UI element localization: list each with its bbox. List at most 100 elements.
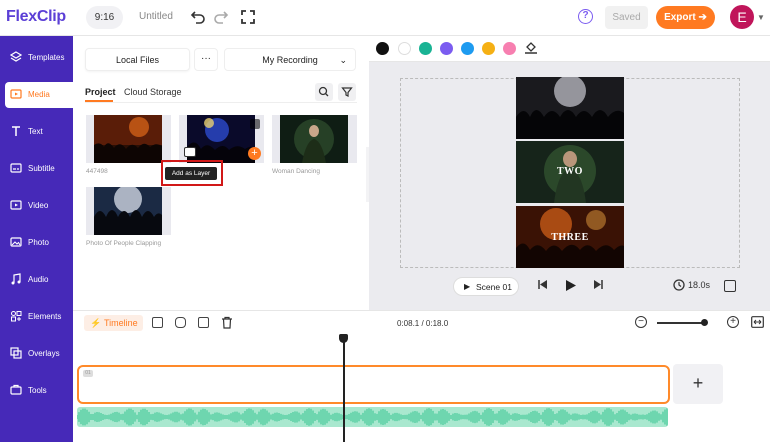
color-swatch-yellow[interactable]	[482, 42, 495, 55]
sidebar-item-audio[interactable]: Audio	[5, 267, 73, 293]
avatar[interactable]: E	[730, 5, 754, 29]
audio-waveform	[77, 408, 668, 426]
sidebar-item-label: Templates	[28, 53, 65, 62]
undo-icon[interactable]	[190, 9, 206, 25]
scene-duration[interactable]: 18.0s	[688, 280, 710, 290]
app-logo[interactable]: FlexClip	[6, 8, 66, 26]
play-button[interactable]	[565, 279, 577, 292]
scene-selector-button[interactable]: ▶ Scene 01	[453, 277, 519, 296]
sidebar-item-label: Audio	[28, 275, 49, 284]
timeline-toggle-button[interactable]: ⚡ Timeline	[84, 315, 143, 331]
clock-icon[interactable]	[673, 279, 685, 291]
skip-back-icon[interactable]	[537, 279, 548, 290]
split-icon[interactable]	[175, 317, 186, 328]
tab-cloud-storage[interactable]: Cloud Storage	[124, 87, 182, 97]
sidebar-item-label: Text	[28, 127, 43, 136]
flexclip-editor: FlexClip 9:16 Untitled ? Saved Export ➔ …	[0, 0, 770, 442]
scene-frame-1[interactable]	[516, 77, 624, 139]
tab-divider	[85, 102, 357, 103]
scene-frame-2-text: TWO	[557, 166, 583, 177]
sidebar-item-overlays[interactable]: Overlays	[5, 341, 73, 367]
audio-icon	[11, 273, 21, 285]
media-item[interactable]	[86, 187, 171, 235]
media-item[interactable]	[272, 115, 357, 163]
photo-icon	[10, 237, 22, 247]
saved-button[interactable]: Saved	[605, 6, 648, 29]
my-recording-dropdown[interactable]: My Recording ⌄	[224, 48, 356, 71]
scene-frame-3-text: THREE	[551, 232, 589, 243]
layers-icon	[10, 51, 22, 62]
zoom-in-icon[interactable]: +	[727, 316, 739, 328]
sidebar-item-label: Media	[28, 90, 50, 99]
sidebar-item-templates[interactable]: Templates	[5, 45, 73, 71]
tab-project[interactable]: Project	[85, 87, 116, 97]
export-button[interactable]: Export ➔	[656, 6, 715, 29]
skip-forward-icon[interactable]	[593, 279, 604, 290]
sidebar: Templates Media Text Subtitle Video Phot…	[0, 36, 73, 442]
scene-track[interactable]	[77, 365, 670, 404]
sidebar-item-label: Video	[28, 201, 49, 210]
scene-clip-thumbnail[interactable]: 01	[83, 370, 93, 377]
search-icon	[318, 86, 329, 97]
media-item[interactable]	[86, 115, 171, 163]
sidebar-item-label: Photo	[28, 238, 49, 247]
timeline-icon: ⚡	[90, 318, 102, 328]
scene-label: Scene 01	[476, 282, 512, 292]
sidebar-item-video[interactable]: Video	[5, 193, 73, 219]
trash-icon[interactable]	[221, 316, 233, 329]
sidebar-item-tools[interactable]: Tools	[5, 378, 73, 404]
color-swatch-black[interactable]	[376, 42, 389, 55]
fit-timeline-icon[interactable]	[751, 316, 764, 328]
color-swatch-blue[interactable]	[461, 42, 474, 55]
media-item-caption: Photo Of People Clapping	[86, 240, 162, 247]
color-swatch-purple[interactable]	[440, 42, 453, 55]
text-icon	[12, 126, 20, 136]
more-options-button[interactable]: ···	[194, 48, 218, 71]
sidebar-item-media[interactable]: Media	[5, 82, 73, 108]
color-swatch-white[interactable]	[398, 42, 411, 55]
fullscreen-icon[interactable]	[240, 9, 256, 25]
search-button[interactable]	[315, 83, 333, 101]
delete-icon[interactable]	[250, 119, 260, 129]
filter-icon	[341, 87, 353, 97]
media-item-caption: Woman Dancing	[272, 168, 320, 175]
local-files-button[interactable]: Local Files	[85, 48, 190, 71]
zoom-out-icon[interactable]: −	[635, 316, 647, 328]
media-icon	[10, 89, 22, 99]
color-swatch-pink[interactable]	[503, 42, 516, 55]
video-icon	[10, 200, 22, 210]
sidebar-item-label: Overlays	[28, 349, 60, 358]
color-swatch-green[interactable]	[419, 42, 432, 55]
filter-button[interactable]	[338, 83, 356, 101]
chevron-down-icon[interactable]: ▼	[757, 13, 765, 22]
sidebar-item-label: Tools	[28, 386, 47, 395]
redo-icon[interactable]	[213, 9, 229, 25]
playhead[interactable]	[343, 336, 345, 442]
timeline-ruler[interactable]	[73, 336, 770, 358]
sidebar-item-elements[interactable]: Elements	[5, 304, 73, 330]
add-as-layer-tooltip: Add as Layer	[165, 167, 217, 180]
sidebar-item-text[interactable]: Text	[5, 119, 73, 145]
paint-bucket-icon[interactable]	[524, 41, 538, 55]
sidebar-item-subtitle[interactable]: Subtitle	[5, 156, 73, 182]
duplicate-icon[interactable]	[198, 317, 209, 328]
background-color-bar	[369, 36, 770, 62]
fit-screen-icon[interactable]	[724, 280, 736, 292]
zoom-slider[interactable]	[657, 322, 707, 324]
audio-track[interactable]	[77, 407, 668, 427]
add-scene-button[interactable]: +	[673, 364, 723, 404]
add-layer-icon[interactable]	[184, 147, 196, 157]
top-bar: FlexClip 9:16 Untitled ? Saved Export ➔ …	[0, 0, 770, 36]
add-scene-icon[interactable]	[152, 317, 163, 328]
people-clapping-image	[94, 187, 162, 235]
sidebar-item-photo[interactable]: Photo	[5, 230, 73, 256]
export-label: Export	[664, 12, 696, 23]
media-item-caption: 447498	[86, 168, 108, 175]
playhead-handle[interactable]	[339, 334, 348, 343]
add-to-scene-button[interactable]: +	[248, 147, 261, 160]
project-title[interactable]: Untitled	[139, 11, 173, 22]
zoom-slider-handle[interactable]	[701, 319, 708, 326]
aspect-ratio-button[interactable]: 9:16	[86, 6, 123, 29]
woman-dancing-image	[280, 115, 348, 163]
help-icon[interactable]: ?	[578, 9, 593, 24]
